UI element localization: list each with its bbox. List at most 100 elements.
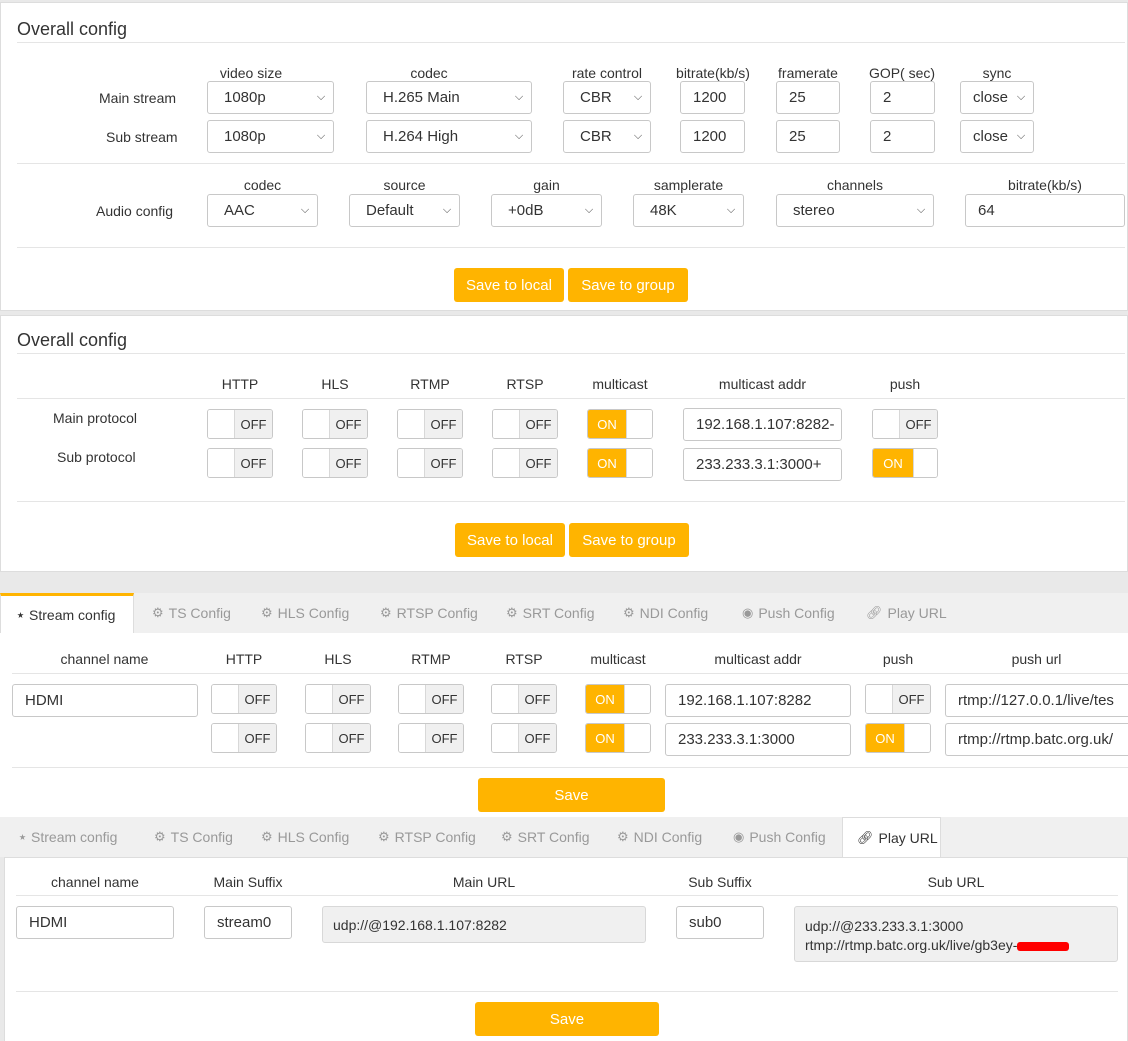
toggle-state: OFF	[425, 449, 462, 477]
http-toggle[interactable]: OFF	[211, 684, 277, 714]
audio-bitrate-input[interactable]: 64	[965, 194, 1125, 227]
chevron-down-icon: ⌵	[316, 130, 326, 142]
bitrate-input[interactable]: 1200	[680, 120, 745, 153]
rtmp-toggle[interactable]: OFF	[397, 448, 463, 478]
multicast-toggle[interactable]: ON	[587, 409, 653, 439]
save-button[interactable]: Save	[478, 778, 665, 812]
multicast-addr-input[interactable]: 192.168.1.107:8282	[665, 684, 851, 717]
tab-push-config[interactable]: ◉ Push Config	[742, 593, 835, 633]
rtmp-toggle[interactable]: OFF	[398, 684, 464, 714]
tab-stream-config[interactable]: ⭑ Stream config	[0, 593, 134, 633]
header-rtmp: RTMP	[411, 651, 451, 667]
main-url-text: udp://@192.168.1.107:8282	[333, 916, 507, 933]
header-video-size: video size	[219, 65, 283, 81]
hls-toggle[interactable]: OFF	[302, 448, 368, 478]
main-suffix-input[interactable]: stream0	[204, 906, 292, 939]
sync-select[interactable]: close ⌵	[960, 81, 1034, 114]
hls-toggle[interactable]: OFF	[305, 684, 371, 714]
http-toggle[interactable]: OFF	[207, 409, 273, 439]
save-to-group-button[interactable]: Save to group	[569, 523, 689, 557]
push-toggle[interactable]: OFF	[865, 684, 931, 714]
tab-play-url[interactable]: 🔗︎ Play URL	[866, 593, 947, 633]
push-url-input[interactable]: rtmp://rtmp.batc.org.uk/	[945, 723, 1128, 756]
tab-push-config[interactable]: ◉ Push Config	[733, 817, 826, 857]
chevron-down-icon: ⌵	[442, 204, 452, 216]
tab-hls-config[interactable]: ⚙ HLS Config	[261, 817, 349, 857]
tab-stream-config[interactable]: ⭑ Stream config	[19, 817, 117, 857]
tab-ndi-config[interactable]: ⚙ NDI Config	[623, 593, 708, 633]
save-to-group-button[interactable]: Save to group	[568, 268, 688, 302]
header-framerate: framerate	[778, 65, 838, 81]
http-toggle[interactable]: OFF	[211, 723, 277, 753]
chevron-down-icon: ⌵	[316, 91, 326, 103]
tab-hls-config[interactable]: ⚙ HLS Config	[261, 593, 349, 633]
tab-rtsp-config[interactable]: ⚙ RTSP Config	[378, 817, 476, 857]
gear-icon: ⚙	[154, 829, 166, 844]
save-button[interactable]: Save	[475, 1002, 659, 1036]
multicast-toggle[interactable]: ON	[585, 723, 651, 753]
tab-srt-config[interactable]: ⚙ SRT Config	[506, 593, 595, 633]
upload-icon: ⭑	[17, 606, 25, 622]
http-toggle[interactable]: OFF	[207, 448, 273, 478]
video-size-select[interactable]: 1080p ⌵	[207, 81, 334, 114]
tab-rtsp-config[interactable]: ⚙ RTSP Config	[380, 593, 478, 633]
audio-source-select[interactable]: Default ⌵	[349, 194, 460, 227]
push-toggle[interactable]: ON	[872, 448, 938, 478]
hls-toggle[interactable]: OFF	[302, 409, 368, 439]
header-audio-codec: codec	[243, 177, 282, 193]
save-to-local-button[interactable]: Save to local	[454, 268, 564, 302]
sub-url-display: udp://@233.233.3.1:3000 rtmp://rtmp.batc…	[794, 906, 1118, 962]
save-to-local-button[interactable]: Save to local	[455, 523, 565, 557]
multicast-addr-input[interactable]: 233.233.3.1:3000	[665, 723, 851, 756]
codec-select[interactable]: H.264 High ⌵	[366, 120, 532, 153]
multicast-toggle[interactable]: ON	[587, 448, 653, 478]
bitrate-input[interactable]: 1200	[680, 81, 745, 114]
gop-input[interactable]: 2	[870, 120, 935, 153]
push-url-input[interactable]: rtmp://127.0.0.1/live/tes	[945, 684, 1128, 717]
push-toggle[interactable]: ON	[865, 723, 931, 753]
gop-input[interactable]: 2	[870, 81, 935, 114]
channel-name-input[interactable]: HDMI	[12, 684, 198, 717]
framerate-input[interactable]: 25	[776, 120, 840, 153]
rtsp-toggle[interactable]: OFF	[491, 684, 557, 714]
hls-toggle[interactable]: OFF	[305, 723, 371, 753]
rtsp-toggle[interactable]: OFF	[492, 448, 558, 478]
rtmp-toggle[interactable]: OFF	[397, 409, 463, 439]
multicast-addr-input[interactable]: 233.233.3.1:3000+	[683, 448, 842, 481]
sub-suffix-input[interactable]: sub0	[676, 906, 764, 939]
audio-codec-select[interactable]: AAC ⌵	[207, 194, 318, 227]
multicast-addr-input[interactable]: 192.168.1.107:8282-	[683, 408, 842, 441]
tab-play-url[interactable]: 🔗︎ Play URL	[842, 817, 941, 857]
podcast-icon: ◉	[742, 605, 754, 620]
sync-select[interactable]: close ⌵	[960, 120, 1034, 153]
audio-channels-select[interactable]: stereo ⌵	[776, 194, 934, 227]
toggle-state: OFF	[893, 685, 930, 713]
toggle-state: OFF	[519, 685, 556, 713]
tab-label: TS Config	[168, 605, 231, 621]
audio-samplerate-select[interactable]: 48K ⌵	[633, 194, 744, 227]
channel-name-input[interactable]: HDMI	[16, 906, 174, 939]
stream-config-panel: channel name HTTP HLS RTMP RTSP multicas…	[0, 633, 1128, 818]
audio-gain-select[interactable]: +0dB ⌵	[491, 194, 602, 227]
header-main-suffix: Main Suffix	[213, 874, 283, 890]
rate-control-select[interactable]: CBR ⌵	[563, 81, 651, 114]
rtsp-toggle[interactable]: OFF	[492, 409, 558, 439]
select-value: stereo	[793, 202, 835, 219]
rate-control-select[interactable]: CBR ⌵	[563, 120, 651, 153]
rtsp-toggle[interactable]: OFF	[491, 723, 557, 753]
framerate-input[interactable]: 25	[776, 81, 840, 114]
header-audio-channels: channels	[826, 177, 884, 193]
push-toggle[interactable]: OFF	[872, 409, 938, 439]
toggle-knob	[303, 410, 330, 438]
tab-ts-config[interactable]: ⚙ TS Config	[152, 593, 231, 633]
tab-ndi-config[interactable]: ⚙ NDI Config	[617, 817, 702, 857]
tab-label: Push Config	[749, 829, 826, 845]
tab-ts-config[interactable]: ⚙ TS Config	[154, 817, 233, 857]
video-size-select[interactable]: 1080p ⌵	[207, 120, 334, 153]
toggle-knob	[492, 685, 519, 713]
rtmp-toggle[interactable]: OFF	[398, 723, 464, 753]
tab-srt-config[interactable]: ⚙ SRT Config	[501, 817, 590, 857]
codec-select[interactable]: H.265 Main ⌵	[366, 81, 532, 114]
toggle-knob	[306, 685, 333, 713]
multicast-toggle[interactable]: ON	[585, 684, 651, 714]
